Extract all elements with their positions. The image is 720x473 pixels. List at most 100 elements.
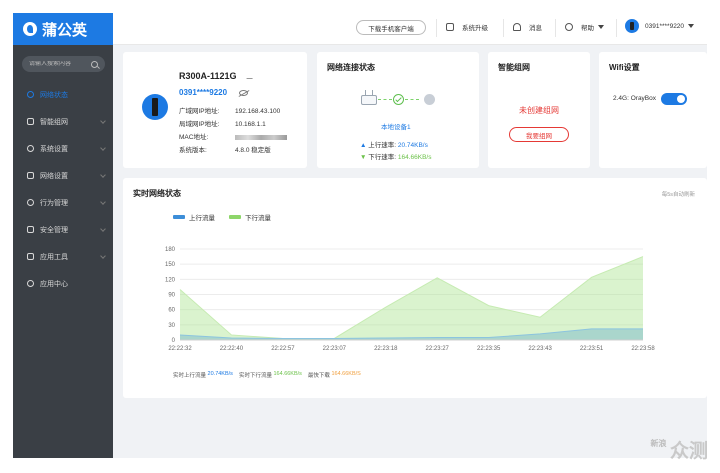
sidebar-item-network-settings[interactable]: 网络设置 — [13, 162, 113, 189]
download-speed-row: ▼ 下行速率: 164.66KB/s — [360, 151, 431, 161]
sidebar-item-system-settings[interactable]: 系统设置 — [13, 135, 113, 162]
down-arrow-icon: ▼ — [360, 154, 367, 161]
stat-max-label: 最快下载 — [307, 373, 330, 379]
x-tick-label: 22:23:07 — [323, 346, 347, 352]
sidebar-item-label: 应用中心 — [40, 280, 68, 288]
sidebar: 蒲公英 网络状态 智能组网 系统设置 网络设置 行为管理 安全管理 应用工具 — [13, 13, 113, 458]
x-tick-label: 22:22:40 — [220, 346, 244, 352]
connection-line — [405, 99, 419, 100]
stat-upload-value: 20.74KB/s — [207, 371, 233, 377]
sidebar-item-security-management[interactable]: 安全管理 — [13, 216, 113, 243]
x-tick-label: 22:23:43 — [528, 346, 552, 352]
download-value: 164.66KB/s — [397, 154, 432, 161]
account-label: 0391****9220 — [645, 22, 685, 30]
mesh-card-title: 智能组网 — [498, 63, 530, 72]
hide-eye-icon[interactable] — [239, 90, 248, 96]
connection-diagram — [361, 89, 435, 105]
wan-ip-row: 广域网IP地址: 192.168.43.100 — [179, 105, 280, 115]
x-tick-label: 22:23:51 — [580, 346, 604, 352]
mesh-icon — [27, 118, 34, 125]
network-status-card: 网络连接状态 本地设备1 ▲ 上行速率: 20.74KB/s ▼ 下行速率: 1… — [317, 52, 479, 168]
mac-row: MAC地址: — [179, 131, 287, 141]
divider — [555, 19, 556, 37]
stat-max-value: 164.66KB/S — [331, 371, 361, 377]
top-bar: 下载手机客户端 系统升级 消息 帮助 0391****9220 — [113, 13, 707, 45]
sidebar-item-label: 安全管理 — [40, 226, 68, 234]
chevron-down-icon — [100, 199, 106, 205]
sidebar-search[interactable] — [22, 56, 105, 72]
upload-value: 20.74KB/s — [397, 142, 428, 149]
y-tick-label: 0 — [172, 338, 176, 344]
caret-down-icon — [688, 24, 695, 28]
lan-ip-label: 局域网IP地址: — [179, 121, 220, 128]
network-settings-icon — [27, 172, 34, 179]
sidebar-item-network-status[interactable]: 网络状态 — [13, 81, 113, 108]
bell-icon — [513, 23, 521, 31]
help-menu[interactable]: 帮助 — [565, 22, 604, 32]
connection-line — [378, 99, 392, 100]
account-menu[interactable]: 0391****9220 — [625, 19, 695, 33]
device-user: 0391****9220 — [179, 88, 228, 97]
create-mesh-button[interactable]: 我要组网 — [509, 127, 569, 142]
download-app-button[interactable]: 下载手机客户端 — [356, 20, 426, 35]
sidebar-item-smart-mesh[interactable]: 智能组网 — [13, 108, 113, 135]
download-label: 下行速率: — [368, 154, 397, 161]
messages-button[interactable]: 消息 — [513, 22, 542, 32]
chevron-down-icon — [100, 118, 106, 124]
edit-icon[interactable] — [246, 73, 256, 79]
traffic-chart: 0 30 60 90 120 150 180 22:22:32 22:22:40 22:22:57… — [165, 247, 655, 352]
sidebar-item-label: 网络状态 — [40, 91, 68, 99]
main-content: R300A-1121G 0391****9220 广域网IP地址: 192.168… — [113, 45, 707, 458]
x-tick-label: 22:23:27 — [426, 346, 450, 352]
caret-down-icon — [598, 25, 604, 29]
x-tick-label: 22:23:35 — [477, 346, 501, 352]
router-icon — [361, 89, 377, 105]
sidebar-item-app-center[interactable]: 应用中心 — [13, 270, 113, 297]
messages-label: 消息 — [529, 25, 542, 32]
watermark-logo: 新浪 — [650, 439, 667, 448]
y-tick-label: 120 — [165, 277, 176, 283]
divider — [436, 19, 437, 37]
sidebar-item-app-tools[interactable]: 应用工具 — [13, 243, 113, 270]
wifi-band: 2.4G: — [613, 95, 629, 102]
x-tick-label: 22:23:58 — [631, 346, 655, 352]
y-tick-label: 150 — [165, 262, 176, 268]
wifi-ssid: OrayBox — [630, 95, 657, 102]
wifi-toggle[interactable] — [661, 93, 687, 105]
device-model: R300A-1121G — [179, 71, 237, 81]
upload-label: 上行速率: — [368, 142, 397, 149]
chevron-down-icon — [100, 172, 106, 178]
x-tick-label: 22:22:57 — [271, 346, 295, 352]
lan-ip-value: 10.168.1.1 — [235, 121, 266, 128]
shield-icon — [27, 226, 34, 233]
y-tick-label: 60 — [168, 308, 175, 314]
wan-ip-label: 广域网IP地址: — [179, 108, 220, 115]
avatar — [625, 19, 639, 33]
search-icon[interactable] — [91, 60, 98, 68]
wifi-card: Wifi设置 2.4G: OrayBox — [599, 52, 707, 168]
sidebar-item-behavior-management[interactable]: 行为管理 — [13, 189, 113, 216]
system-upgrade-button[interactable]: 系统升级 — [446, 22, 488, 32]
stat-download-value: 164.66KB/s — [273, 371, 302, 377]
dandelion-logo-icon — [23, 22, 37, 36]
app-logo[interactable]: 蒲公英 — [13, 13, 113, 45]
version-label: 系统版本: — [179, 147, 207, 154]
network-card-title: 网络连接状态 — [327, 63, 375, 72]
up-arrow-icon: ▲ — [360, 142, 367, 149]
stat-download-label: 实时下行流量 — [238, 373, 272, 379]
local-device-link[interactable]: 本地设备1 — [381, 121, 411, 131]
x-tick-label: 22:23:18 — [374, 346, 398, 352]
y-tick-label: 90 — [168, 293, 175, 299]
lan-ip-row: 局域网IP地址: 10.168.1.1 — [179, 118, 266, 128]
globe-icon — [424, 94, 435, 105]
upgrade-icon — [446, 23, 454, 31]
version-row: 系统版本: 4.8.0 稳定版 — [179, 144, 271, 154]
app-name: 蒲公英 — [42, 21, 88, 39]
behavior-icon — [27, 199, 34, 206]
search-input[interactable] — [29, 61, 89, 67]
divider — [616, 19, 617, 37]
watermark: 新浪 众测 — [649, 436, 708, 463]
y-tick-label: 30 — [168, 323, 175, 329]
tools-icon — [27, 253, 34, 260]
chevron-down-icon — [100, 226, 106, 232]
